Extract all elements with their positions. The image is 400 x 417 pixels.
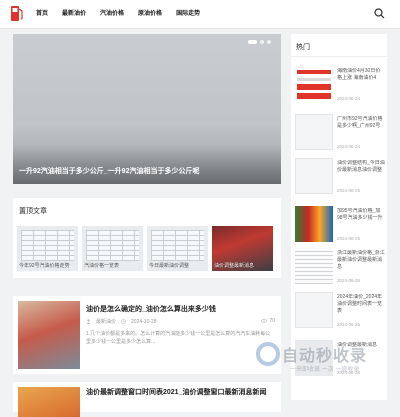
sidebar-item-date: 2024-06-24 <box>337 144 361 149</box>
hero-slider[interactable]: 一升92汽油相当于多少公斤_一升92汽油相当于多少公斤呢 <box>13 34 281 184</box>
sidebar-item[interactable]: 油价调整结构_今日油价最新消息油价调整 2024-06-25 <box>295 158 385 206</box>
featured-card-caption: 油价调整最新消息 <box>214 263 255 269</box>
slider-dot-2[interactable] <box>260 40 264 44</box>
sidebar-item-date-wrap: 2024-06-24 <box>337 144 360 149</box>
sidebar-item-thumbnail[interactable] <box>295 248 333 284</box>
article-title[interactable]: 油价是怎么确定的_油价怎么算出来多少钱 <box>86 304 216 314</box>
slider-shade <box>13 144 281 184</box>
featured-title: 置顶文章 <box>19 208 47 215</box>
main-nav: 首页 最新油价 汽油价格 原油价格 国际走势 <box>36 0 214 28</box>
slider-caption[interactable]: 一升92汽油相当于多少公斤_一升92汽油相当于多少公斤呢 <box>19 166 273 176</box>
fuel-pump-logo-icon[interactable] <box>11 5 23 21</box>
featured-card-caption: 今年92号汽油价格走势 <box>19 263 70 269</box>
featured-card[interactable]: 今日最新油价调整 <box>147 226 208 271</box>
nav-item-gasoline-price[interactable]: 汽油价格 <box>100 0 124 28</box>
watermark-subtext: 一来即收录 一次 一直收录 <box>290 367 360 373</box>
author-icon <box>86 319 91 324</box>
watermark: 自动秒收录 一来即收录 一次 一直收录 <box>256 338 386 382</box>
featured-list: 今年92号汽油价格走势 汽油价格一览表 今日最新油价调整 油价调整最新消息 <box>17 226 273 271</box>
featured-card[interactable]: 今年92号汽油价格走势 <box>17 226 78 271</box>
sidebar-item-title[interactable]: 加95号汽油价格_加98号汽油多少钱一升 <box>337 208 385 229</box>
nav-item-crude-price[interactable]: 原油价格 <box>138 0 162 28</box>
sidebar-item-title[interactable]: 浙江最新油价格_浙江最新油价调整最新消息 <box>337 250 385 271</box>
site-header: 首页 最新油价 汽油价格 原油价格 国际走势 <box>0 0 400 29</box>
sidebar-item-title[interactable]: 2024年油价_2024年油价调整时间表一览表 <box>337 294 385 315</box>
search-icon[interactable] <box>374 8 385 19</box>
article-date: 2024-10-28 <box>131 318 157 325</box>
sidebar-item-thumbnail[interactable] <box>295 292 333 328</box>
sidebar-item-date: 2024-06-25 <box>337 278 361 283</box>
sidebar-item[interactable]: 海南油价4月30日价格上涨 海南油价4 2024-06-24 <box>295 66 385 114</box>
sidebar-item[interactable]: 浙江最新油价格_浙江最新油价调整最新消息 2024-06-25 <box>295 248 385 296</box>
sidebar-item-date: 2024-06-25 <box>337 236 361 241</box>
sidebar-item-date: 2024-06-25 <box>337 188 361 193</box>
clock-icon <box>121 319 126 324</box>
price-table-thumbnail <box>151 230 204 261</box>
sidebar-title: 热门 <box>296 44 310 51</box>
sidebar-item-thumbnail[interactable] <box>295 206 333 242</box>
nav-item-home[interactable]: 首页 <box>36 0 48 28</box>
article-thumbnail[interactable] <box>18 301 80 369</box>
sidebar-item-date: 2024-06-25 <box>337 322 361 327</box>
sidebar-item-date-wrap: 2024-06-25 <box>337 188 360 193</box>
slider-dot-1[interactable] <box>248 40 257 44</box>
sidebar-item-thumbnail[interactable] <box>295 66 333 102</box>
price-table-thumbnail <box>86 230 139 261</box>
sidebar-item-date-wrap: 2024-06-25 <box>337 278 360 283</box>
slider-dot-3[interactable] <box>267 40 271 44</box>
price-table-thumbnail <box>21 230 74 261</box>
sidebar-item-title[interactable]: 油价调整结构_今日油价最新消息油价调整 <box>337 160 385 181</box>
sidebar-item-date-wrap: 2024-06-25 <box>337 236 360 241</box>
article-meta: 最新油价 2024-10-28 <box>86 318 157 325</box>
article-view-count: 70 <box>269 318 275 324</box>
eye-icon <box>261 319 268 323</box>
slider-pagination <box>248 40 271 44</box>
article-author[interactable]: 最新油价 <box>96 318 116 325</box>
nav-item-latest-price[interactable]: 最新油价 <box>62 0 86 28</box>
sidebar-item-title[interactable]: 广州市92号汽油价格是多少啊_广州92号 <box>337 116 385 137</box>
watermark-text: 自动秒收录 <box>282 348 368 365</box>
sidebar-item[interactable]: 广州市92号汽油价格是多少啊_广州92号 2024-06-24 <box>295 114 385 162</box>
nav-item-international-trend[interactable]: 国际走势 <box>176 0 200 28</box>
sidebar-item[interactable]: 2024年油价_2024年油价调整时间表一览表 2024-06-25 <box>295 292 385 340</box>
sidebar-item-thumbnail[interactable] <box>295 158 333 194</box>
featured-card[interactable]: 汽油价格一览表 <box>82 226 143 271</box>
sidebar-item[interactable]: 加95号汽油价格_加98号汽油多少钱一升 2024-06-25 <box>295 206 385 254</box>
article-excerpt: 1.几个油价都是多来的。怎么计算的汽油能多少钱一公里是怎么算的汽汽车油耗每公里多… <box>86 331 271 345</box>
article-card[interactable]: 油价是怎么确定的_油价怎么算出来多少钱 最新油价 2024-10-28 70 1… <box>13 296 281 374</box>
article-thumbnail[interactable] <box>18 387 80 417</box>
article-views: 70 <box>261 318 275 324</box>
sidebar-divider <box>291 56 387 57</box>
featured-card-caption: 今日最新油价调整 <box>149 263 190 269</box>
sidebar-item-date-wrap: 2024-06-25 <box>337 322 360 327</box>
sidebar-item-title[interactable]: 海南油价4月30日价格上涨 海南油价4 <box>337 68 385 89</box>
sidebar-item-date-wrap: 2024-06-24 <box>337 96 360 101</box>
sidebar-item-date: 2024-06-24 <box>337 96 361 101</box>
featured-card-caption: 汽油价格一览表 <box>84 263 120 269</box>
article-title[interactable]: 油价最新调整窗口时间表2021_油价调整窗口最新消息新闻 <box>86 387 266 397</box>
featured-card[interactable]: 油价调整最新消息 <box>212 226 273 271</box>
article-card[interactable]: 油价最新调整窗口时间表2021_油价调整窗口最新消息新闻 <box>13 382 281 417</box>
featured-section: 置顶文章 今年92号汽油价格走势 汽油价格一览表 今日最新油价调整 油价调整最新… <box>13 198 281 278</box>
watermark-logo-icon <box>256 342 280 366</box>
sidebar-item-thumbnail[interactable] <box>295 114 333 150</box>
